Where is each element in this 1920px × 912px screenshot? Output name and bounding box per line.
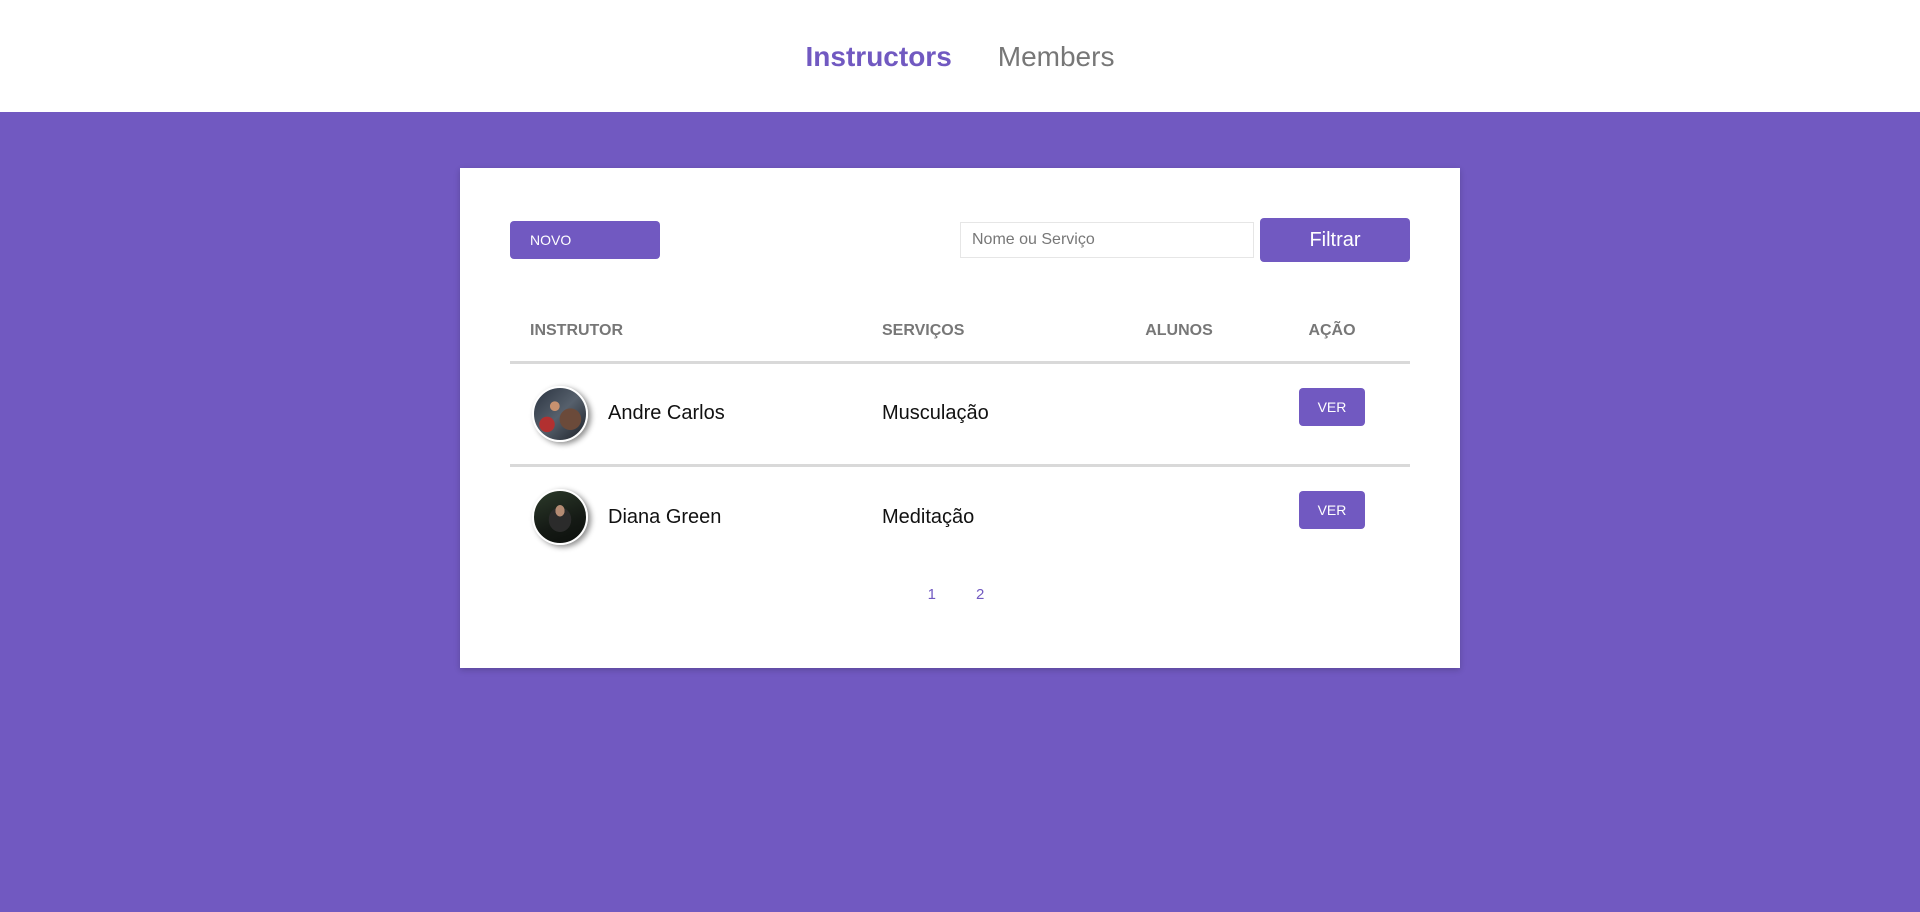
- table-header-row: INSTRUTOR SERVIÇOS ALUNOS AÇÃO: [510, 300, 1410, 364]
- page-link-2[interactable]: 2: [976, 586, 984, 603]
- avatar: [532, 489, 588, 546]
- header-instrutor: INSTRUTOR: [510, 300, 882, 364]
- pagination: 1 2: [510, 586, 1410, 603]
- avatar: [532, 385, 588, 442]
- filter-button[interactable]: Filtrar: [1260, 218, 1410, 262]
- table-row: Diana Green Meditação VER: [510, 463, 1410, 568]
- instructor-members: [1104, 362, 1254, 465]
- instructor-name: Diana Green: [608, 505, 722, 528]
- instructor-services: Musculação: [882, 402, 989, 424]
- instructor-members: [1104, 463, 1254, 568]
- instructor-services: Meditação: [882, 463, 1104, 568]
- top-nav: Instructors Members: [0, 0, 1920, 112]
- page-link-1[interactable]: 1: [928, 586, 936, 603]
- view-instructor-button[interactable]: VER: [1299, 387, 1365, 426]
- instructors-table: INSTRUTOR SERVIÇOS ALUNOS AÇÃO Andre Car…: [510, 300, 1410, 568]
- header-servicos: SERVIÇOS: [882, 300, 1104, 364]
- instructors-card: NOVO Filtrar INSTRUTOR SERVIÇOS ALUNOS A…: [460, 168, 1460, 668]
- toolbar: NOVO Filtrar: [510, 218, 1410, 262]
- table-row: Andre Carlos Musculação VER: [510, 362, 1410, 465]
- instructor-cell: Diana Green: [532, 489, 882, 546]
- filter-form: Filtrar: [960, 218, 1410, 262]
- new-instructor-button[interactable]: NOVO: [510, 221, 660, 259]
- instructor-name: Andre Carlos: [608, 402, 725, 424]
- nav-instructors-link[interactable]: Instructors: [806, 43, 952, 71]
- search-input[interactable]: [960, 222, 1254, 258]
- nav-members-link[interactable]: Members: [998, 43, 1115, 71]
- instructor-cell: Andre Carlos: [532, 385, 882, 442]
- view-instructor-button[interactable]: VER: [1299, 491, 1365, 530]
- header-acao: AÇÃO: [1254, 300, 1410, 364]
- header-alunos: ALUNOS: [1104, 300, 1254, 364]
